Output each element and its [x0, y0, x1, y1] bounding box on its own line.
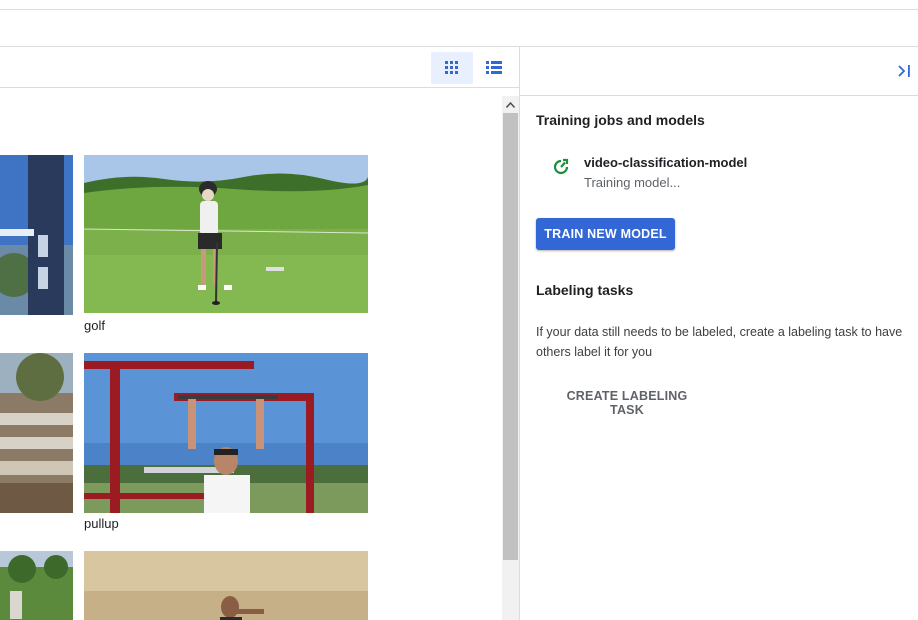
list-view-button[interactable]	[473, 52, 515, 84]
collapse-panel-button[interactable]	[894, 61, 914, 81]
chevron-up-icon	[506, 101, 515, 108]
grid-view-button[interactable]	[431, 52, 473, 84]
video-label: pullup	[84, 516, 119, 531]
video-gallery: golf pullup	[0, 89, 502, 620]
progress-icon	[553, 158, 569, 175]
video-label: golf	[84, 318, 105, 333]
grid-icon	[445, 61, 458, 74]
gallery-scrollbar[interactable]	[502, 96, 519, 620]
video-thumbnail[interactable]	[84, 155, 368, 313]
labeling-section-title: Labeling tasks	[536, 282, 634, 298]
create-labeling-task-button[interactable]: CREATE LABELING TASK	[536, 389, 706, 417]
video-thumbnail[interactable]	[84, 353, 368, 513]
labeling-description: If your data still needs to be labeled, …	[536, 325, 903, 359]
side-panel: Training jobs and models video-classific…	[520, 96, 918, 620]
collapse-right-icon	[898, 65, 910, 77]
video-thumbnail[interactable]	[84, 551, 368, 620]
video-thumbnail[interactable]	[0, 353, 73, 513]
model-status: Training model...	[584, 175, 681, 190]
list-icon	[486, 61, 502, 74]
scroll-up-button[interactable]	[502, 96, 519, 113]
scroll-thumb[interactable]	[503, 113, 518, 560]
video-thumbnail[interactable]	[0, 155, 73, 315]
video-thumbnail[interactable]	[0, 551, 73, 620]
train-new-model-button[interactable]: TRAIN NEW MODEL	[536, 218, 675, 250]
panel-header	[519, 46, 918, 96]
top-bar	[0, 0, 918, 10]
model-name: video-classification-model	[584, 155, 748, 170]
gallery-toolbar	[0, 46, 519, 88]
training-section-title: Training jobs and models	[536, 112, 705, 128]
model-item[interactable]: video-classification-model Training mode…	[552, 152, 892, 192]
